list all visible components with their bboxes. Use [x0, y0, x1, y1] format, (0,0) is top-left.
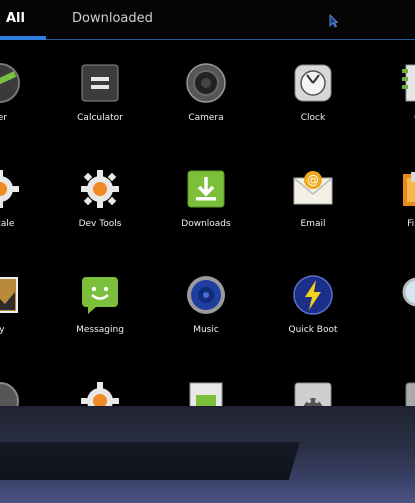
app-label: Clock: [300, 113, 326, 123]
app-label: Quick Boot: [288, 325, 338, 335]
home-wallpaper: [0, 406, 415, 503]
calculator-icon: [79, 62, 121, 104]
app-calculator[interactable]: Calculator: [60, 62, 140, 123]
app-label: Downloads: [181, 219, 231, 229]
email-icon: @: [292, 168, 334, 210]
app-label: ry: [0, 325, 5, 335]
gallery-icon: [0, 274, 21, 316]
app-browser[interactable]: ser: [0, 62, 40, 123]
tab-downloaded[interactable]: Downloaded: [72, 0, 153, 38]
gear-icon: [79, 380, 121, 406]
clock-icon: [292, 62, 334, 104]
app-label: Calculator: [77, 113, 123, 123]
app-label: Music: [193, 325, 219, 335]
app-icon-partial: [399, 380, 415, 406]
app-downloads[interactable]: Downloads: [166, 168, 246, 229]
app-label: Messaging: [76, 325, 124, 335]
app-file-manager[interactable]: File M: [380, 168, 415, 229]
contacts-icon: [399, 62, 415, 104]
app-grid: ser Calculator Camera: [0, 40, 415, 406]
app-label: Co: [380, 113, 415, 123]
app-package-icon: [185, 380, 227, 406]
app-dev-tools[interactable]: Dev Tools: [60, 168, 140, 229]
app-partial[interactable]: [60, 380, 140, 406]
download-icon: [185, 168, 227, 210]
search-icon: [399, 274, 415, 316]
lightning-icon: [292, 274, 334, 316]
gear-icon: [79, 168, 121, 210]
app-contacts[interactable]: Co: [380, 62, 415, 123]
app-partial[interactable]: [273, 380, 353, 406]
music-speaker-icon: [185, 274, 227, 316]
wallpaper-shape: [0, 480, 415, 503]
wallpaper-shape: [0, 442, 300, 482]
app-partial[interactable]: [0, 380, 40, 406]
app-label: Email: [300, 219, 326, 229]
camera-icon: [185, 62, 227, 104]
app-messaging[interactable]: Messaging: [60, 274, 140, 335]
messaging-icon: [79, 274, 121, 316]
app-icon-partial: [0, 380, 21, 406]
tab-all[interactable]: All: [0, 0, 46, 38]
app-camera[interactable]: Camera: [166, 62, 246, 123]
browser-globe-icon: [0, 62, 21, 104]
mouse-cursor-icon: [329, 14, 338, 28]
app-search[interactable]: Se: [380, 274, 415, 335]
app-music[interactable]: Music: [166, 274, 246, 335]
app-quick-boot[interactable]: Quick Boot: [273, 274, 353, 335]
app-locale[interactable]: Locale: [0, 168, 40, 229]
app-label: Locale: [0, 219, 15, 229]
app-label: Se: [380, 325, 415, 335]
app-gallery[interactable]: ry: [0, 274, 40, 335]
app-email[interactable]: @ Email: [273, 168, 353, 229]
svg-text:@: @: [307, 173, 319, 187]
gear-icon: [0, 168, 21, 210]
app-label: File M: [407, 219, 415, 229]
app-partial[interactable]: [380, 380, 415, 406]
app-label: ser: [0, 113, 7, 123]
app-partial[interactable]: [166, 380, 246, 406]
app-clock[interactable]: Clock: [273, 62, 353, 123]
android-icon: [292, 380, 334, 406]
app-label: Camera: [188, 113, 224, 123]
file-manager-icon: [399, 168, 415, 210]
app-label: Dev Tools: [78, 219, 122, 229]
tab-bar: All Downloaded: [0, 0, 415, 40]
